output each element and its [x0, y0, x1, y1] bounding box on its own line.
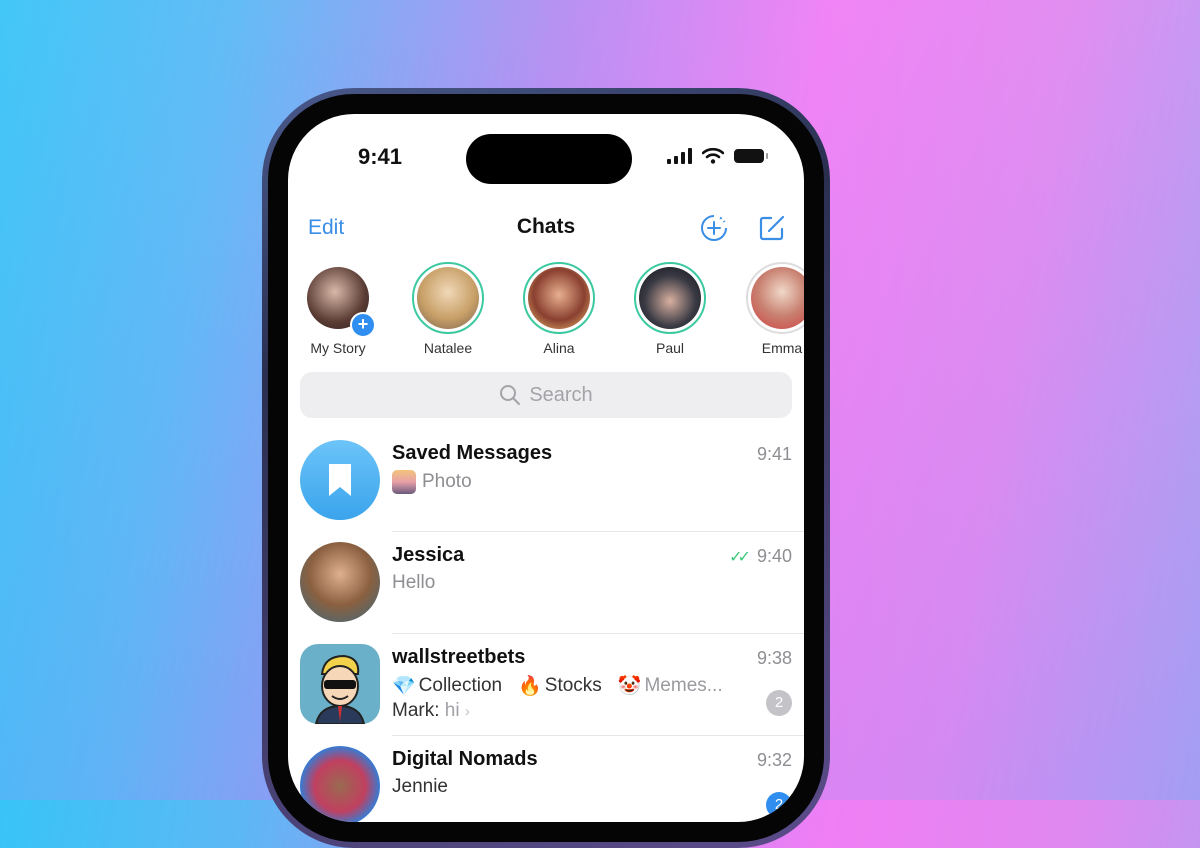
chat-name: Digital Nomads: [392, 748, 538, 770]
sender-name: Jennie: [392, 776, 448, 797]
battery-icon: [734, 149, 768, 163]
new-story-icon[interactable]: [698, 212, 730, 244]
chat-name: wallstreetbets: [392, 646, 526, 668]
story-label: Emma: [761, 340, 803, 356]
topic-list: 💎 Collection 🔥 Stocks 🤡 Memes...: [392, 674, 733, 698]
story-ring: [523, 262, 595, 334]
chat-preview: Jennie: [392, 776, 448, 798]
chat-row-saved-messages[interactable]: Saved Messages 9:41 Photo: [288, 430, 804, 532]
stories-row: + My Story Natalee Alina Paul Emma: [288, 262, 804, 362]
chat-time: 9:41: [756, 444, 792, 464]
topic-stocks[interactable]: 🔥 Stocks: [518, 674, 602, 698]
chat-preview: Hello: [392, 572, 435, 594]
chat-list: Saved Messages 9:41 Photo Jessica ✓✓ 9:4…: [288, 430, 804, 822]
chat-row-digital-nomads[interactable]: Digital Nomads 9:32 Jennie 2: [288, 736, 804, 822]
preview-text: Photo: [422, 471, 472, 492]
story-label: Alina: [543, 340, 575, 356]
preview-text: Hello: [392, 572, 436, 593]
photo-thumbnail: [392, 470, 416, 494]
topic-collection[interactable]: 💎 Collection: [392, 674, 502, 698]
unread-badge: 2: [766, 792, 792, 818]
chat-time: 9:38: [756, 648, 792, 668]
avatar: [528, 267, 590, 329]
signal-icon: [667, 148, 692, 164]
compose-icon[interactable]: [756, 212, 788, 244]
sender-name: Mark:: [392, 700, 440, 721]
story-label: Natalee: [423, 340, 473, 356]
chat-time: 9:32: [756, 750, 792, 770]
avatar: [300, 644, 380, 725]
story-natalee[interactable]: Natalee: [398, 262, 498, 356]
story-my-story[interactable]: + My Story: [288, 262, 388, 356]
chat-name: Jessica: [392, 544, 465, 566]
time-text: 9:40: [756, 546, 792, 566]
wifi-icon: [702, 148, 724, 164]
fire-icon: 🔥: [518, 676, 542, 697]
chat-time: ✓✓ 9:40: [729, 546, 792, 567]
phone-bezel: 9:41 Edit Chats + My Story Natalee Alina…: [268, 94, 824, 842]
story-ring: [634, 262, 706, 334]
chat-row-jessica[interactable]: Jessica ✓✓ 9:40 Hello: [288, 532, 804, 634]
message-text: hi: [444, 700, 460, 721]
bookmark-icon: [329, 464, 351, 496]
avatar: [417, 267, 479, 329]
diamond-icon: 💎: [392, 676, 416, 697]
avatar: [751, 267, 804, 329]
last-message: Mark: hi ›: [392, 700, 470, 722]
phone-frame: 9:41 Edit Chats + My Story Natalee Alina…: [262, 88, 830, 848]
chevron-right-icon: ›: [464, 703, 470, 720]
story-label: Paul: [655, 340, 685, 356]
topic-memes[interactable]: 🤡 Memes...: [618, 674, 723, 698]
topic-label: Collection: [418, 675, 503, 696]
add-story-icon[interactable]: +: [350, 312, 376, 338]
read-check-icon: ✓✓: [729, 549, 751, 566]
chat-preview: Photo: [392, 470, 472, 494]
phone-screen: 9:41 Edit Chats + My Story Natalee Alina…: [288, 114, 804, 822]
chat-row-wallstreetbets[interactable]: wallstreetbets 9:38 💎 Collection 🔥 Stock…: [288, 634, 804, 736]
story-alina[interactable]: Alina: [509, 262, 609, 356]
story-paul[interactable]: Paul: [620, 262, 720, 356]
search-placeholder: Search: [529, 383, 593, 406]
story-ring: [412, 262, 484, 334]
edit-button[interactable]: Edit: [308, 216, 344, 240]
story-ring: [746, 262, 804, 334]
search-icon: [500, 385, 521, 405]
topic-label: Stocks: [544, 675, 602, 696]
unread-badge: 2: [766, 690, 792, 716]
avatar: [639, 267, 701, 329]
avatar: [300, 440, 380, 520]
status-icons: [667, 148, 768, 164]
clown-icon: 🤡: [617, 676, 642, 697]
story-emma[interactable]: Emma: [732, 262, 804, 356]
topic-label: Memes...: [644, 675, 723, 696]
story-label: My Story: [310, 340, 366, 356]
avatar: [300, 542, 380, 622]
avatar: [300, 746, 380, 822]
search-input[interactable]: Search: [300, 372, 792, 418]
dynamic-island: [466, 134, 632, 184]
navbar: Edit Chats: [288, 210, 804, 250]
status-time: 9:41: [358, 144, 403, 169]
wsb-mascot-icon: [314, 654, 366, 725]
chat-name: Saved Messages: [392, 442, 553, 464]
